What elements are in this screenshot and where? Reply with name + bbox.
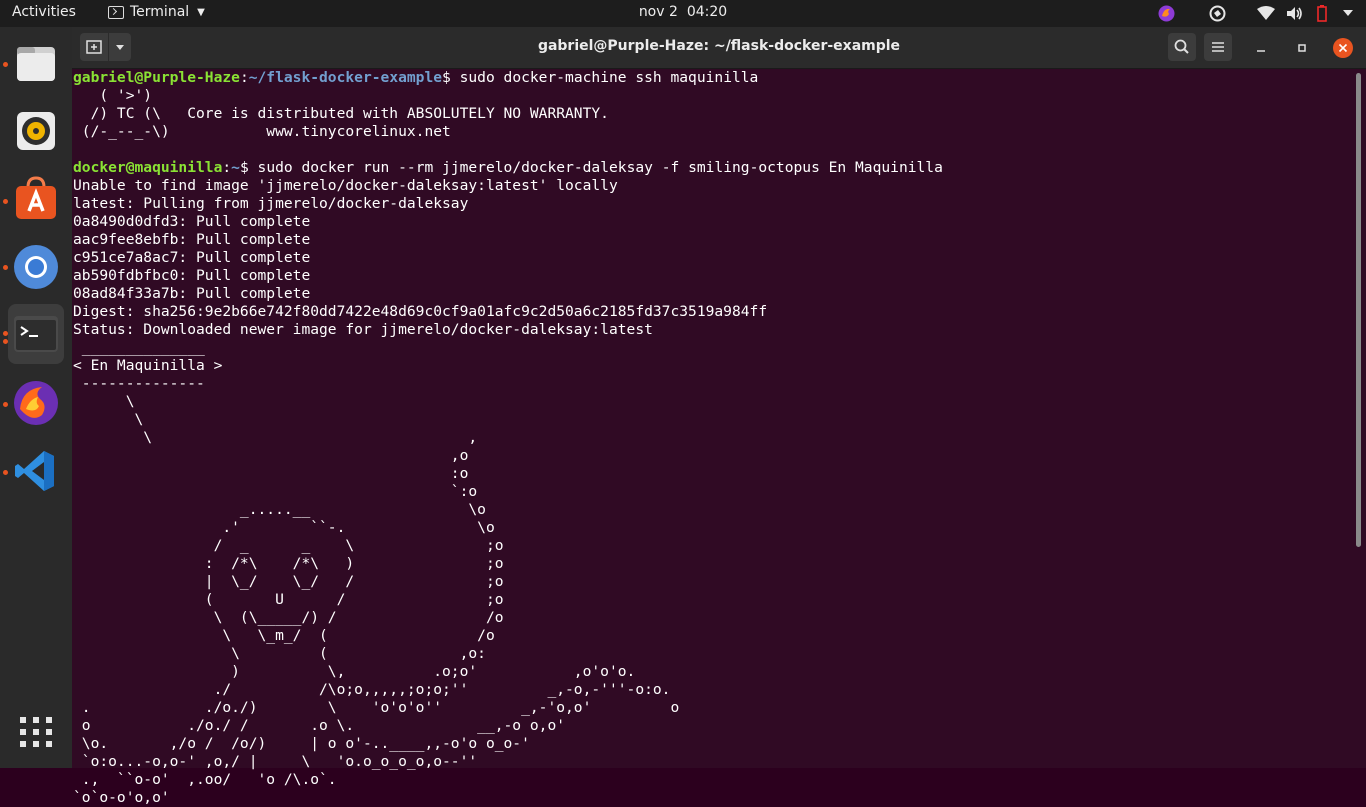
dock — [0, 27, 72, 768]
minimize-icon[interactable] — [1252, 39, 1270, 57]
new-tab-icon — [86, 40, 102, 54]
command-text: sudo docker-machine ssh maquinilla — [459, 69, 759, 86]
top-bar: Activities Terminal ▼ nov 2 04:20 — [0, 0, 1366, 27]
speaker-icon — [17, 112, 55, 150]
system-menu-caret-icon[interactable] — [1343, 10, 1353, 17]
app-menu[interactable]: Terminal ▼ — [108, 4, 205, 20]
prompt-symbol: $ — [239, 159, 258, 176]
wifi-icon[interactable] — [1257, 6, 1275, 21]
dock-item-vscode[interactable] — [8, 443, 64, 499]
terminal-window: gabriel@Purple-Haze: ~/flask-docker-exam… — [72, 27, 1366, 806]
new-tab-button[interactable] — [80, 33, 108, 61]
battery-icon[interactable] — [1317, 5, 1327, 22]
dock-item-terminal[interactable] — [8, 304, 64, 364]
prompt-user: gabriel@Purple-Haze — [73, 69, 240, 86]
title-bar[interactable]: gabriel@Purple-Haze: ~/flask-docker-exam… — [72, 27, 1366, 69]
vscode-icon — [15, 451, 54, 491]
menu-button[interactable] — [1204, 33, 1232, 61]
search-button[interactable] — [1168, 33, 1196, 61]
prompt-path: ~/flask-docker-example — [248, 69, 443, 86]
dock-item-firefox[interactable] — [8, 375, 64, 431]
terminal-icon — [108, 5, 124, 19]
dock-item-rhythmbox[interactable] — [8, 103, 64, 159]
terminal-output[interactable]: gabriel@Purple-Haze:~/flask-docker-examp… — [73, 69, 943, 807]
prompt-symbol: $ — [442, 69, 460, 86]
hamburger-menu-icon — [1212, 42, 1224, 52]
time-label: 04:20 — [686, 4, 728, 20]
show-applications-icon — [20, 717, 52, 747]
command-output: Unable to find image 'jjmerelo/docker-da… — [73, 177, 768, 806]
prompt-separator: : — [239, 69, 249, 86]
sync-tray-icon[interactable] — [1209, 5, 1226, 22]
chromium-icon — [14, 245, 58, 289]
firefox-tray-icon[interactable] — [1158, 5, 1175, 22]
folder-icon — [17, 47, 55, 81]
prompt-user: docker@maquinilla — [73, 159, 223, 176]
chevron-down-icon — [116, 45, 124, 50]
app-menu-label: Terminal — [130, 4, 190, 20]
caret-down-icon: ▼ — [197, 6, 205, 18]
volume-icon[interactable] — [1286, 6, 1303, 21]
scrollbar[interactable] — [1356, 73, 1361, 547]
banner-text: ( '>') /) TC (\ Core is distributed with… — [81, 87, 609, 140]
show-applications-button[interactable] — [8, 705, 64, 757]
dock-item-chromium[interactable] — [8, 239, 64, 295]
tab-menu-button[interactable] — [109, 33, 131, 61]
date-label: nov 2 — [638, 4, 678, 20]
firefox-icon — [14, 381, 58, 425]
search-icon — [1174, 39, 1189, 54]
prompt-separator: : — [222, 159, 232, 176]
dock-item-files[interactable] — [8, 35, 64, 91]
terminal-icon — [14, 316, 58, 352]
close-icon[interactable] — [1332, 37, 1354, 59]
prompt-path: ~ — [231, 159, 240, 176]
activities-button[interactable]: Activities — [12, 4, 76, 20]
command-text: sudo docker run --rm jjmerelo/docker-dal… — [257, 159, 943, 176]
clock[interactable]: nov 2 04:20 — [639, 4, 727, 20]
dock-item-software[interactable] — [8, 171, 64, 227]
maximize-icon[interactable] — [1293, 39, 1311, 57]
shopping-bag-icon — [16, 176, 56, 219]
